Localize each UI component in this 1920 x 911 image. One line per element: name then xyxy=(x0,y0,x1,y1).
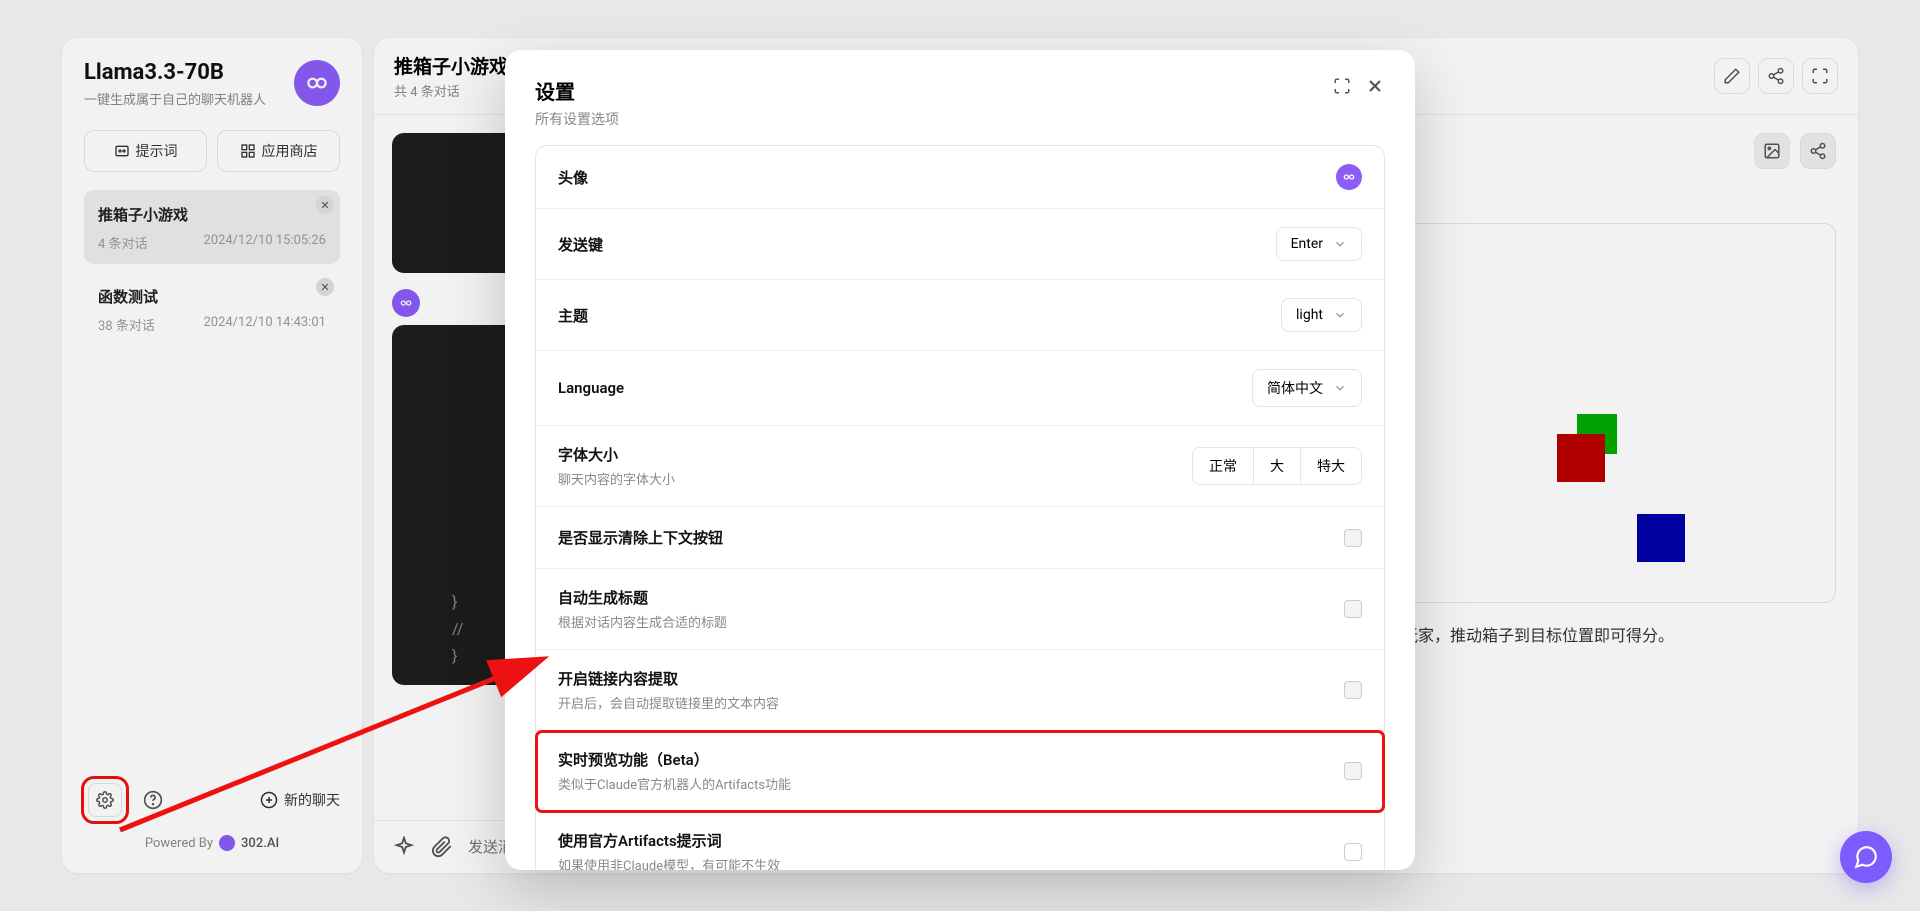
setting-desc: 如果使用非Claude模型，有可能不生效 xyxy=(558,855,780,870)
setting-label: 自动生成标题 xyxy=(558,587,727,608)
dialog-close-button[interactable] xyxy=(1365,76,1385,96)
dialog-maximize-button[interactable] xyxy=(1333,76,1351,96)
sendkey-select[interactable]: Enter xyxy=(1276,227,1362,261)
chat-fab[interactable] xyxy=(1840,831,1892,883)
language-select[interactable]: 简体中文 xyxy=(1252,369,1362,407)
dialog-title: 设置 xyxy=(535,76,619,105)
fontsize-option[interactable]: 特大 xyxy=(1301,448,1361,484)
linkextract-checkbox[interactable] xyxy=(1344,681,1362,699)
maximize-icon xyxy=(1333,77,1351,95)
setting-desc: 聊天内容的字体大小 xyxy=(558,469,675,488)
setting-desc: 根据对话内容生成合适的标题 xyxy=(558,612,727,631)
official-artifacts-checkbox[interactable] xyxy=(1344,843,1362,861)
setting-sendkey-row: 发送键 Enter xyxy=(536,209,1384,280)
fontsize-option[interactable]: 正常 xyxy=(1193,448,1254,484)
setting-label: 字体大小 xyxy=(558,444,675,465)
theme-select[interactable]: light xyxy=(1281,298,1362,332)
dialog-subtitle: 所有设置选项 xyxy=(535,109,619,129)
setting-realtime-preview-row: 实时预览功能（Beta） 类似于Claude官方机器人的Artifacts功能 xyxy=(536,731,1384,812)
setting-official-artifacts-row: 使用官方Artifacts提示词 如果使用非Claude模型，有可能不生效 xyxy=(536,812,1384,870)
autotitle-checkbox[interactable] xyxy=(1344,600,1362,618)
setting-label: 主题 xyxy=(558,305,588,326)
setting-desc: 开启后，会自动提取链接里的文本内容 xyxy=(558,693,779,712)
setting-fontsize-row: 字体大小 聊天内容的字体大小 正常 大 特大 xyxy=(536,426,1384,507)
chevron-down-icon xyxy=(1333,308,1347,322)
setting-label: 实时预览功能（Beta） xyxy=(558,749,791,770)
realtime-preview-checkbox[interactable] xyxy=(1344,762,1362,780)
setting-linkextract-row: 开启链接内容提取 开启后，会自动提取链接里的文本内容 xyxy=(536,650,1384,731)
chat-icon xyxy=(1853,844,1879,870)
setting-label: 头像 xyxy=(558,167,588,188)
settings-dialog: 设置 所有设置选项 头像 发送键 Enter xyxy=(505,50,1415,870)
select-value: 简体中文 xyxy=(1267,378,1323,398)
setting-theme-row: 主题 light xyxy=(536,280,1384,351)
setting-avatar-row: 头像 xyxy=(536,146,1384,209)
select-value: Enter xyxy=(1291,236,1323,252)
setting-clearctx-row: 是否显示清除上下文按钮 xyxy=(536,507,1384,569)
setting-language-row: Language 简体中文 xyxy=(536,351,1384,426)
setting-autotitle-row: 自动生成标题 根据对话内容生成合适的标题 xyxy=(536,569,1384,650)
close-icon xyxy=(1365,76,1385,96)
setting-desc: 类似于Claude官方机器人的Artifacts功能 xyxy=(558,774,791,793)
select-value: light xyxy=(1296,307,1323,323)
chevron-down-icon xyxy=(1333,237,1347,251)
avatar-icon xyxy=(1341,169,1357,185)
clearctx-checkbox[interactable] xyxy=(1344,529,1362,547)
modal-overlay[interactable]: 设置 所有设置选项 头像 发送键 Enter xyxy=(0,0,1920,911)
setting-label: 使用官方Artifacts提示词 xyxy=(558,830,780,851)
setting-label: 是否显示清除上下文按钮 xyxy=(558,527,723,548)
setting-label: 发送键 xyxy=(558,234,603,255)
fontsize-segment: 正常 大 特大 xyxy=(1192,447,1362,485)
avatar-picker[interactable] xyxy=(1336,164,1362,190)
setting-label: Language xyxy=(558,379,624,397)
chevron-down-icon xyxy=(1333,381,1347,395)
fontsize-option[interactable]: 大 xyxy=(1254,448,1301,484)
setting-label: 开启链接内容提取 xyxy=(558,668,779,689)
